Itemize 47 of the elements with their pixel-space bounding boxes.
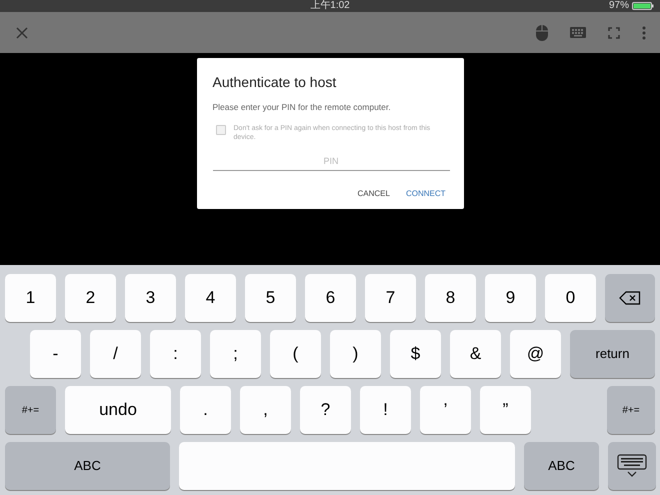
key[interactable]: 2 <box>65 274 116 322</box>
key[interactable]: ? <box>300 386 351 434</box>
function-key[interactable]: return <box>570 330 655 378</box>
battery-icon <box>632 2 654 10</box>
key[interactable]: 5 <box>245 274 296 322</box>
key[interactable]: . <box>180 386 231 434</box>
battery-percent: 97% <box>608 0 629 12</box>
function-key[interactable]: ABC <box>5 442 170 490</box>
key[interactable]: 0 <box>545 274 596 322</box>
key[interactable]: 1 <box>5 274 56 322</box>
hide-keyboard-key[interactable] <box>608 442 656 490</box>
mouse-icon[interactable] <box>536 24 548 40</box>
key[interactable]: / <box>90 330 141 378</box>
key[interactable]: ! <box>360 386 411 434</box>
key[interactable]: undo <box>65 386 171 434</box>
fullscreen-icon[interactable] <box>608 26 620 38</box>
key[interactable]: - <box>30 330 81 378</box>
more-icon[interactable] <box>642 26 646 40</box>
function-key[interactable]: #+= <box>607 386 655 434</box>
key[interactable]: 8 <box>425 274 476 322</box>
function-key[interactable]: #+= <box>5 386 56 434</box>
key[interactable]: 9 <box>485 274 536 322</box>
key[interactable]: 7 <box>365 274 416 322</box>
delete-icon <box>619 291 641 305</box>
key[interactable]: ( <box>270 330 321 378</box>
function-key[interactable]: ABC <box>524 442 599 490</box>
connect-button[interactable]: CONNECT <box>406 188 446 200</box>
key[interactable]: 6 <box>305 274 356 322</box>
dialog-message: Please enter your PIN for the remote computer. <box>212 101 392 114</box>
key[interactable]: & <box>450 330 501 378</box>
key[interactable]: , <box>240 386 291 434</box>
key[interactable]: 4 <box>185 274 236 322</box>
key[interactable]: ) <box>330 330 381 378</box>
key[interactable]: 3 <box>125 274 176 322</box>
status-time: 上午1:02 <box>310 0 350 12</box>
key[interactable]: @ <box>510 330 561 378</box>
keyboard-icon[interactable] <box>570 27 586 38</box>
key[interactable]: ’ <box>420 386 471 434</box>
close-icon[interactable] <box>16 26 28 38</box>
key[interactable]: : <box>150 330 201 378</box>
cancel-button[interactable]: CANCEL <box>357 188 390 200</box>
key[interactable]: ” <box>480 386 531 434</box>
key[interactable]: $ <box>390 330 441 378</box>
delete-key[interactable] <box>605 274 655 322</box>
keyboard-icon <box>617 454 647 478</box>
key[interactable]: ; <box>210 330 261 378</box>
dialog-title: Authenticate to host <box>212 73 338 92</box>
